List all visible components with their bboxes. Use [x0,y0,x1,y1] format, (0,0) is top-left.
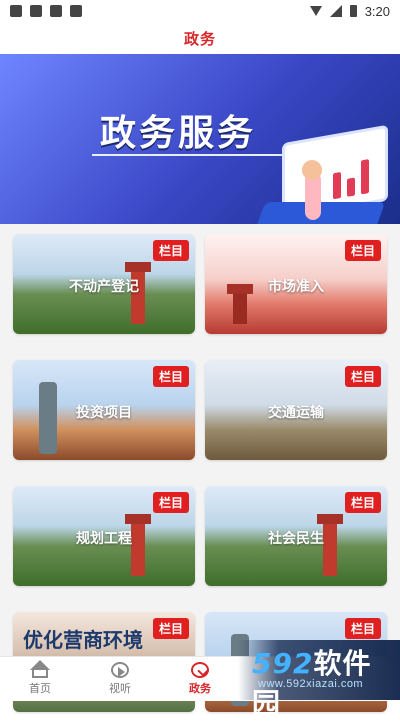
card-label: 交通运输 [268,405,324,421]
service-card-livelihood[interactable]: 社会民生 栏目 [205,486,387,586]
column-badge: 栏目 [344,618,381,639]
app-icon [30,5,42,17]
card-label: 不动产登记 [69,279,139,295]
card-label: 市场准入 [268,279,324,295]
service-card-real-estate[interactable]: 不动产登记 栏目 [13,234,195,334]
service-card-planning[interactable]: 规划工程 栏目 [13,486,195,586]
tower-icon [227,284,253,324]
card-overlay-text: 优化营商环境 [23,628,143,652]
page-title: 政务 [183,29,216,48]
column-badge: 栏目 [152,618,189,639]
signal-icon [329,5,342,17]
card-label: 社会民生 [268,531,324,547]
play-icon [111,662,129,678]
card-label: 投资项目 [76,405,132,421]
card-label: 规划工程 [76,531,132,547]
nav-gov[interactable]: 政务 [160,657,240,701]
text-icon [70,5,82,17]
app-icon [50,5,62,17]
watermark-url: www.592xiazai.com [258,678,364,690]
status-bar: 3:20 [0,0,400,22]
column-badge: 栏目 [344,366,381,387]
banner-title: 政务服务 [100,113,257,154]
app-icon [10,5,22,17]
person-illustration [302,160,322,220]
service-card-transport[interactable]: 交通运输 栏目 [205,360,387,460]
service-grid: 不动产登记 栏目 市场准入 栏目 投资项目 栏目 交通运输 栏目 规划工程 栏目… [0,224,400,712]
column-badge: 栏目 [152,366,189,387]
column-badge: 栏目 [152,492,189,513]
banner[interactable]: 政务服务 [0,54,400,224]
watermark: 592软件园 www.592xiazai.com [238,640,400,720]
column-badge: 栏目 [152,240,189,261]
column-badge: 栏目 [344,492,381,513]
gov-icon [191,662,209,678]
home-icon [30,660,50,678]
chart-bar [361,159,369,195]
nav-video[interactable]: 视听 [80,657,160,701]
banner-underline [92,154,292,156]
notification-icons [10,5,82,17]
service-card-investment[interactable]: 投资项目 栏目 [13,360,195,460]
column-badge: 栏目 [344,240,381,261]
nav-label: 视听 [109,682,131,695]
system-icons: 3:20 [309,3,390,19]
chart-bar [347,177,355,197]
wifi-icon [309,6,322,16]
title-bar: 政务 [0,22,400,54]
chart-bar [333,171,341,200]
nav-label: 首页 [29,682,51,695]
nav-label: 政务 [189,682,211,695]
battery-icon [349,5,357,17]
nav-home[interactable]: 首页 [0,657,80,701]
service-card-market-access[interactable]: 市场准入 栏目 [205,234,387,334]
status-time: 3:20 [364,3,390,19]
